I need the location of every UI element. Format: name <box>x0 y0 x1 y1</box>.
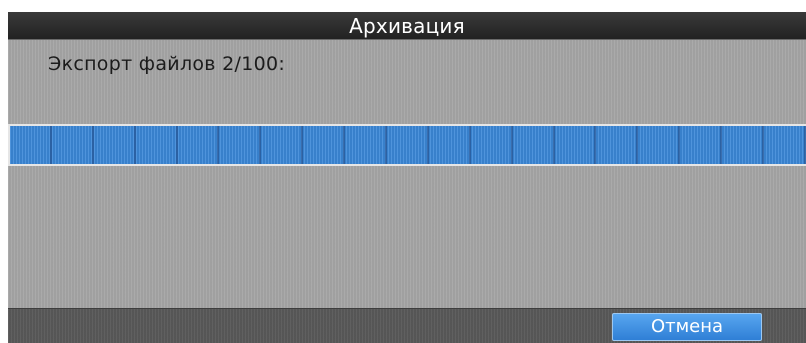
progress-segment <box>136 126 178 164</box>
progress-segment <box>555 126 597 164</box>
export-progress-bar <box>8 124 806 166</box>
export-status-text: Экспорт файлов 2/100: <box>48 53 286 75</box>
cancel-button[interactable]: Отмена <box>612 313 762 341</box>
progress-segment <box>219 126 262 164</box>
progress-segment <box>303 126 346 164</box>
progress-segment <box>178 126 220 164</box>
progress-segment <box>722 126 765 164</box>
progress-segment <box>10 126 52 164</box>
progress-segment <box>387 126 429 164</box>
progress-segment <box>261 126 304 164</box>
progress-segment <box>52 126 94 164</box>
progress-segment <box>680 126 723 164</box>
archive-dialog: Архивация Экспорт файлов 2/100: Отмена <box>8 12 806 343</box>
progress-segments <box>10 126 806 164</box>
progress-segment <box>764 126 806 164</box>
progress-segment <box>513 126 555 164</box>
progress-segment <box>638 126 681 164</box>
progress-segment <box>471 126 513 164</box>
progress-segment <box>429 126 471 164</box>
dialog-titlebar: Архивация <box>8 12 806 40</box>
progress-segment <box>345 126 388 164</box>
progress-segment <box>596 126 639 164</box>
dialog-title: Архивация <box>349 14 465 38</box>
dialog-button-bar: Отмена <box>8 308 806 343</box>
progress-segment <box>94 126 136 164</box>
